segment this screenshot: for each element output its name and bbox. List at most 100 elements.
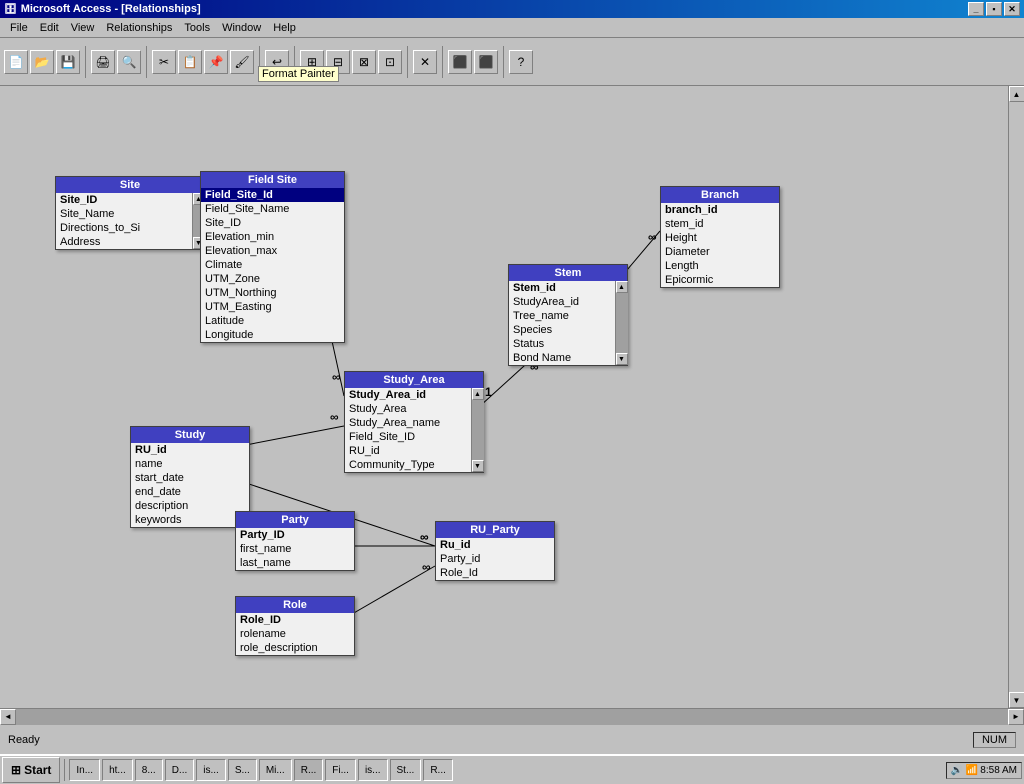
- menu-window[interactable]: Window: [216, 20, 267, 36]
- table-studyarea-scrollbar[interactable]: ▲ ▼: [471, 388, 483, 472]
- help-button[interactable]: ?: [509, 50, 533, 74]
- task-r[interactable]: R...: [294, 759, 324, 781]
- task-8[interactable]: 8...: [135, 759, 163, 781]
- build-button[interactable]: ⊡: [378, 50, 402, 74]
- format-painter-button[interactable]: 🖌: [230, 50, 254, 74]
- tools-btn1[interactable]: ⬛: [448, 50, 472, 74]
- print-preview-button[interactable]: 🔍: [117, 50, 141, 74]
- studyarea-field-communitytype[interactable]: Community_Type: [345, 458, 471, 472]
- branch-field-length[interactable]: Length: [661, 259, 779, 273]
- stem-scroll-down[interactable]: ▼: [616, 353, 628, 365]
- stem-field-bondname[interactable]: Bond Name: [509, 351, 615, 365]
- task-ht[interactable]: ht...: [102, 759, 133, 781]
- fieldsite-field-lon[interactable]: Longitude: [201, 328, 344, 342]
- table-fieldsite[interactable]: Field Site Field_Site_Id Field_Site_Name…: [200, 171, 345, 343]
- fieldsite-field-name[interactable]: Field_Site_Name: [201, 202, 344, 216]
- fieldsite-field-utmnorth[interactable]: UTM_Northing: [201, 286, 344, 300]
- role-field-rolename[interactable]: rolename: [236, 627, 354, 641]
- menu-help[interactable]: Help: [267, 20, 302, 36]
- stem-scroll-up[interactable]: ▲: [616, 281, 628, 293]
- task-is2[interactable]: is...: [358, 759, 388, 781]
- ruparty-field-ruid[interactable]: Ru_id: [436, 538, 554, 552]
- vertical-scrollbar[interactable]: ▲ ▼: [1008, 86, 1024, 708]
- role-field-id[interactable]: Role_ID: [236, 613, 354, 627]
- print-button[interactable]: 🖨: [91, 50, 115, 74]
- party-field-lastname[interactable]: last_name: [236, 556, 354, 570]
- fieldsite-field-siteid[interactable]: Site_ID: [201, 216, 344, 230]
- branch-field-id[interactable]: branch_id: [661, 203, 779, 217]
- task-d[interactable]: D...: [165, 759, 195, 781]
- task-in[interactable]: In...: [69, 759, 100, 781]
- paste-button[interactable]: 📌: [204, 50, 228, 74]
- studyarea-field-area[interactable]: Study_Area: [345, 402, 471, 416]
- studyarea-scroll-up[interactable]: ▲: [472, 388, 484, 400]
- study-field-keywords[interactable]: keywords: [131, 513, 249, 527]
- new-button[interactable]: 📄: [4, 50, 28, 74]
- site-field-address[interactable]: Address: [56, 235, 192, 249]
- scroll-left-arrow[interactable]: ◄: [0, 709, 16, 725]
- table-studyarea[interactable]: Study_Area Study_Area_id Study_Area Stud…: [344, 371, 484, 473]
- save-button[interactable]: 💾: [56, 50, 80, 74]
- menu-relationships[interactable]: Relationships: [100, 20, 178, 36]
- menu-view[interactable]: View: [65, 20, 101, 36]
- table-stem-scrollbar[interactable]: ▲ ▼: [615, 281, 627, 365]
- stem-field-status[interactable]: Status: [509, 337, 615, 351]
- ruparty-field-partyid[interactable]: Party_id: [436, 552, 554, 566]
- site-field-siteid[interactable]: Site_ID: [56, 193, 192, 207]
- fieldsite-field-id[interactable]: Field_Site_Id: [201, 188, 344, 202]
- cut-button[interactable]: ✂: [152, 50, 176, 74]
- stem-field-id[interactable]: Stem_id: [509, 281, 615, 295]
- fieldsite-field-climate[interactable]: Climate: [201, 258, 344, 272]
- window-controls[interactable]: _ ▪ ✕: [968, 2, 1020, 16]
- task-st[interactable]: St...: [390, 759, 422, 781]
- properties-button[interactable]: ⊠: [352, 50, 376, 74]
- site-field-directions[interactable]: Directions_to_Si: [56, 221, 192, 235]
- table-role[interactable]: Role Role_ID rolename role_description: [235, 596, 355, 656]
- task-r2[interactable]: R...: [423, 759, 453, 781]
- copy-button[interactable]: 📋: [178, 50, 202, 74]
- stem-field-species[interactable]: Species: [509, 323, 615, 337]
- h-scroll-track[interactable]: [16, 709, 1008, 725]
- branch-field-stemid[interactable]: stem_id: [661, 217, 779, 231]
- ruparty-field-roleid[interactable]: Role_Id: [436, 566, 554, 580]
- task-fi[interactable]: Fi...: [325, 759, 356, 781]
- menu-file[interactable]: File: [4, 20, 34, 36]
- studyarea-field-fieldsiteid[interactable]: Field_Site_ID: [345, 430, 471, 444]
- role-field-description[interactable]: role_description: [236, 641, 354, 655]
- study-field-description[interactable]: description: [131, 499, 249, 513]
- fieldsite-field-elevmin[interactable]: Elevation_min: [201, 230, 344, 244]
- study-field-ruid[interactable]: RU_id: [131, 443, 249, 457]
- table-party[interactable]: Party Party_ID first_name last_name: [235, 511, 355, 571]
- canvas-area[interactable]: 1 ∞ 1 ∞ 1 ∞ 1 ∞ 1 ∞ 1 ∞ 1 ∞: [0, 86, 1008, 708]
- task-mi[interactable]: Mi...: [259, 759, 292, 781]
- horizontal-scrollbar-area[interactable]: ◄ ►: [0, 708, 1024, 724]
- scroll-down-arrow[interactable]: ▼: [1009, 692, 1024, 708]
- site-field-sitename[interactable]: Site_Name: [56, 207, 192, 221]
- study-field-enddate[interactable]: end_date: [131, 485, 249, 499]
- branch-field-epicormic[interactable]: Epicormic: [661, 273, 779, 287]
- fieldsite-field-utmzone[interactable]: UTM_Zone: [201, 272, 344, 286]
- stem-field-treename[interactable]: Tree_name: [509, 309, 615, 323]
- tools-btn2[interactable]: ⬛: [474, 50, 498, 74]
- close-button[interactable]: ✕: [1004, 2, 1020, 16]
- party-field-id[interactable]: Party_ID: [236, 528, 354, 542]
- studyarea-field-ruid[interactable]: RU_id: [345, 444, 471, 458]
- restore-button[interactable]: ▪: [986, 2, 1002, 16]
- studyarea-field-id[interactable]: Study_Area_id: [345, 388, 471, 402]
- fieldsite-field-elevmax[interactable]: Elevation_max: [201, 244, 344, 258]
- branch-field-diameter[interactable]: Diameter: [661, 245, 779, 259]
- task-s[interactable]: S...: [228, 759, 257, 781]
- task-is[interactable]: is...: [196, 759, 226, 781]
- menu-edit[interactable]: Edit: [34, 20, 65, 36]
- scroll-up-arrow[interactable]: ▲: [1009, 86, 1024, 102]
- study-field-name[interactable]: name: [131, 457, 249, 471]
- table-ruparty[interactable]: RU_Party Ru_id Party_id Role_Id: [435, 521, 555, 581]
- stem-field-studyareaid[interactable]: StudyArea_id: [509, 295, 615, 309]
- scroll-right-arrow[interactable]: ►: [1008, 709, 1024, 725]
- table-study[interactable]: Study RU_id name start_date end_date des…: [130, 426, 250, 528]
- minimize-button[interactable]: _: [968, 2, 984, 16]
- fieldsite-field-lat[interactable]: Latitude: [201, 314, 344, 328]
- table-stem[interactable]: Stem Stem_id StudyArea_id Tree_name Spec…: [508, 264, 628, 366]
- branch-field-height[interactable]: Height: [661, 231, 779, 245]
- studyarea-field-name[interactable]: Study_Area_name: [345, 416, 471, 430]
